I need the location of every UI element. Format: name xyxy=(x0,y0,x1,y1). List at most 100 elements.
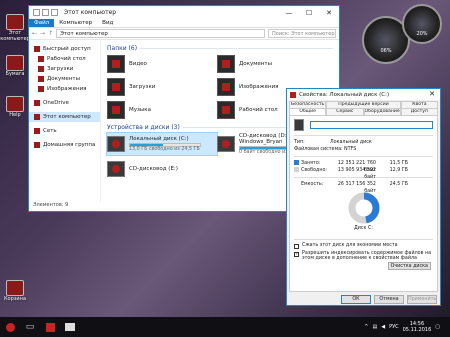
tab-hardware[interactable]: Оборудование xyxy=(363,108,401,115)
music-folder-icon xyxy=(107,101,125,119)
desktop-icon-recycle-bin[interactable]: Корзина xyxy=(0,280,30,303)
apply-button[interactable]: Применить xyxy=(407,295,437,304)
tab-general[interactable]: Общие xyxy=(289,108,327,115)
notifications-icon[interactable]: ▢ xyxy=(435,324,440,330)
nav-documents[interactable]: Документы xyxy=(29,74,100,84)
taskbar: ▭ ^ ▤ ◀ РУС 14:56 05.11.2016 ▢ xyxy=(0,317,450,337)
ok-button[interactable]: ОК xyxy=(341,295,371,304)
cancel-button[interactable]: Отмена xyxy=(374,295,404,304)
ribbon-tabs: Файл Компьютер Вид xyxy=(29,19,339,28)
dialog-close-button[interactable]: ✕ xyxy=(424,89,440,100)
tab-computer[interactable]: Компьютер xyxy=(54,19,97,27)
tab-sharing[interactable]: Доступ xyxy=(400,108,438,115)
address-input[interactable]: Этот компьютер xyxy=(56,29,265,38)
desktop-icon-this-pc[interactable]: Этот компьютер xyxy=(0,14,30,42)
checkbox-unchecked[interactable] xyxy=(294,244,299,249)
drive-icon xyxy=(290,91,296,98)
tray-up-arrow-icon[interactable]: ^ xyxy=(364,324,368,330)
properties-icon[interactable] xyxy=(42,9,49,16)
compress-checkbox[interactable]: Сжать этот диск для экономии места xyxy=(294,243,433,249)
checkbox-checked[interactable]: ✓ xyxy=(294,252,299,257)
task-view-icon: ▭ xyxy=(25,322,35,332)
task-view-button[interactable]: ▭ xyxy=(20,317,40,337)
disk-label: Диск C: xyxy=(354,226,373,231)
nav-desktop[interactable]: Рабочий стол xyxy=(29,54,100,64)
computer-icon xyxy=(6,14,24,30)
folders-group-header[interactable]: Папки (6) xyxy=(107,45,333,52)
homegroup-icon xyxy=(34,142,40,148)
general-panel: Тип: Локальный диск Файловая система: NTFS… xyxy=(289,115,438,292)
clock[interactable]: 14:56 05.11.2016 xyxy=(403,321,432,333)
hard-drive-icon xyxy=(107,136,125,152)
start-button[interactable] xyxy=(0,317,20,337)
desktop-folder-icon xyxy=(217,101,235,119)
language-indicator[interactable]: РУС xyxy=(389,324,399,330)
taskbar-app-1[interactable] xyxy=(40,317,60,337)
folder-music[interactable]: Музыка xyxy=(107,100,217,120)
used-color-swatch xyxy=(294,160,299,165)
free-color-swatch xyxy=(294,167,299,172)
drive-name-input[interactable] xyxy=(310,121,433,129)
ram-gadget[interactable]: 20% xyxy=(402,4,442,44)
pictures-folder-icon xyxy=(217,78,235,96)
ram-percent: 20% xyxy=(416,31,428,37)
network-icon[interactable]: ▤ xyxy=(372,324,377,330)
taskbar-explorer[interactable] xyxy=(60,317,80,337)
disk-usage-donut xyxy=(294,191,433,225)
nav-quick-access[interactable]: Быстрый доступ xyxy=(29,44,100,54)
system-tray: ^ ▤ ◀ РУС 14:56 05.11.2016 ▢ xyxy=(364,321,450,333)
folder-icon[interactable] xyxy=(33,9,40,16)
new-folder-icon[interactable] xyxy=(51,9,58,16)
dialog-tabs: Безопасность Предыдущие версии Квота Общ… xyxy=(287,100,440,115)
star-icon xyxy=(34,46,40,52)
pictures-icon xyxy=(38,86,44,92)
network-icon xyxy=(34,128,40,134)
nav-downloads[interactable]: Загрузки xyxy=(29,64,100,74)
tab-previous-versions[interactable]: Предыдущие версии xyxy=(326,101,401,108)
maximize-button[interactable]: ☐ xyxy=(299,9,319,17)
minimize-button[interactable]: — xyxy=(279,9,299,17)
nav-homegroup[interactable]: Домашняя группа xyxy=(29,140,100,150)
back-arrow-icon[interactable]: ← xyxy=(32,30,37,37)
drive-c[interactable]: Локальный диск (C:) 13,0 ГБ свободно из … xyxy=(106,132,218,156)
documents-icon xyxy=(38,76,44,82)
nav-network[interactable]: Сеть xyxy=(29,126,100,136)
navigation-pane: Быстрый доступ Рабочий стол Загрузки Док… xyxy=(29,40,101,202)
cd-drive-icon xyxy=(107,161,125,177)
windows-logo-icon xyxy=(5,322,15,332)
forward-arrow-icon[interactable]: → xyxy=(40,30,45,37)
downloads-folder-icon xyxy=(107,78,125,96)
tab-quota[interactable]: Квота xyxy=(400,101,438,108)
recycle-bin-icon xyxy=(6,280,24,296)
tab-view[interactable]: Вид xyxy=(97,19,118,27)
tab-tools[interactable]: Сервис xyxy=(326,108,364,115)
disk-cleanup-button[interactable]: Очистка диска xyxy=(387,262,431,270)
video-folder-icon xyxy=(107,55,125,73)
properties-dialog: Свойства: Локальный диск (C:) ✕ Безопасн… xyxy=(286,88,441,306)
close-button[interactable]: ✕ xyxy=(319,9,339,17)
up-arrow-icon[interactable]: ↑ xyxy=(48,30,53,37)
cd-drive-icon xyxy=(217,136,235,152)
download-icon xyxy=(38,66,44,72)
documents-folder-icon xyxy=(217,55,235,73)
desktop-icon-help[interactable]: Help xyxy=(0,96,30,119)
nav-pictures[interactable]: Изображения xyxy=(29,84,100,94)
folder-videos[interactable]: Видео xyxy=(107,54,217,74)
folder-documents[interactable]: Документы xyxy=(217,54,327,74)
volume-icon[interactable]: ◀ xyxy=(381,324,385,330)
drive-e[interactable]: CD-дисковод (E:) xyxy=(107,158,217,180)
help-icon xyxy=(6,96,24,112)
tab-security[interactable]: Безопасность xyxy=(289,101,327,108)
index-checkbox[interactable]: ✓ Разрешить индексировать содержимое фай… xyxy=(294,251,433,261)
nav-onedrive[interactable]: OneDrive xyxy=(29,98,100,108)
explorer-titlebar[interactable]: Этот компьютер — ☐ ✕ xyxy=(29,6,339,19)
desktop-icon-paper[interactable]: Бумага xyxy=(0,55,30,78)
search-input[interactable]: Поиск: Этот компьютер xyxy=(268,29,336,38)
address-bar-row: ← → ↑ Этот компьютер Поиск: Этот компьют… xyxy=(29,28,339,40)
document-icon xyxy=(6,55,24,71)
nav-this-pc[interactable]: Этот компьютер xyxy=(29,112,100,122)
cpu-percent: 06% xyxy=(380,48,392,54)
folder-downloads[interactable]: Загрузки xyxy=(107,77,217,97)
tab-file[interactable]: Файл xyxy=(29,19,55,27)
dialog-titlebar[interactable]: Свойства: Локальный диск (C:) ✕ xyxy=(287,89,440,100)
